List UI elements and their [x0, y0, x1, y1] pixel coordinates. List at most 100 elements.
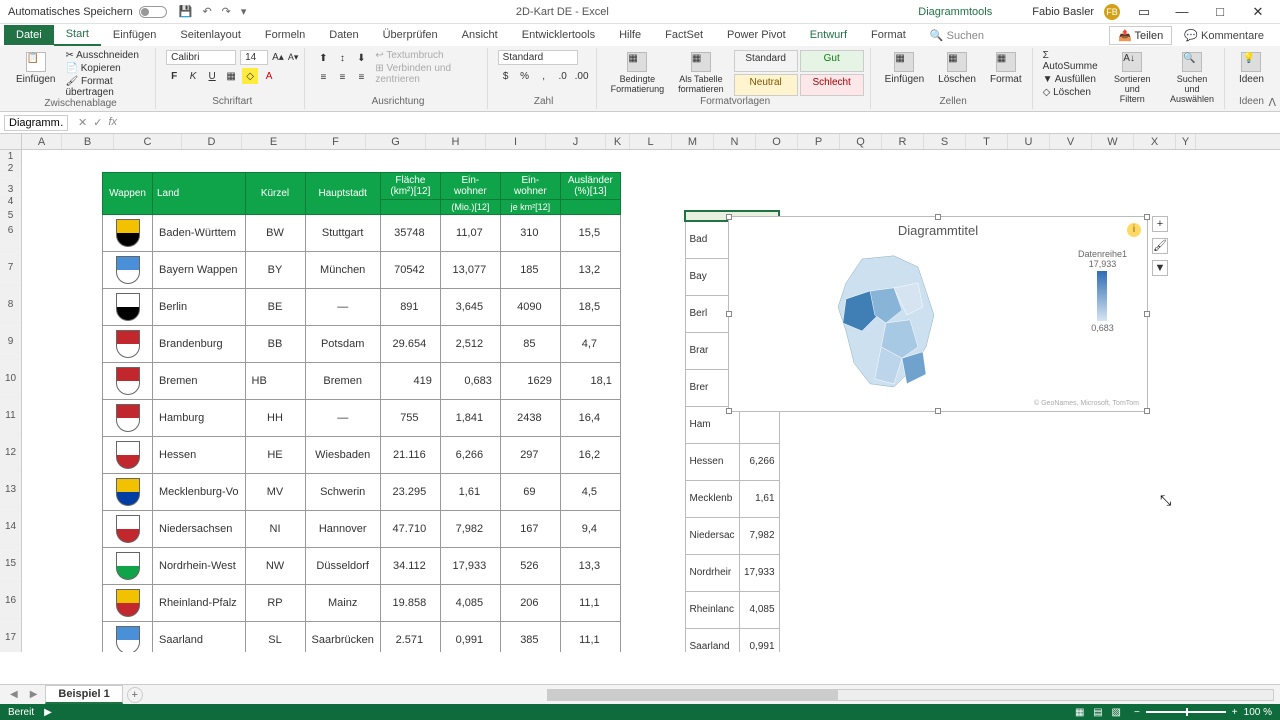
- add-sheet-button[interactable]: +: [127, 687, 143, 703]
- tab-einfugen[interactable]: Einfügen: [101, 25, 168, 45]
- cell-dichte[interactable]: 2438: [500, 400, 560, 437]
- cell-dichte[interactable]: 385: [500, 622, 560, 653]
- cell-hauptstadt[interactable]: Wiesbaden: [305, 437, 380, 474]
- tab-seitenlayout[interactable]: Seitenlayout: [168, 25, 253, 45]
- cell-flache[interactable]: 29.654: [380, 326, 440, 363]
- cell-auslander[interactable]: 16,4: [560, 400, 620, 437]
- col-header[interactable]: K: [606, 134, 630, 149]
- wrap-text-button[interactable]: ↩ Textumbruch: [375, 50, 480, 61]
- cell-auslander[interactable]: 4,5: [560, 474, 620, 511]
- chart-info-icon[interactable]: i: [1127, 223, 1141, 237]
- font-name-select[interactable]: Calibri: [166, 50, 236, 65]
- cell-dichte[interactable]: 526: [500, 548, 560, 585]
- minimize-button[interactable]: —: [1168, 4, 1196, 19]
- cell-wappen[interactable]: [103, 548, 153, 585]
- cell-wappen[interactable]: [103, 474, 153, 511]
- cell-auslander[interactable]: 11,1: [560, 585, 620, 622]
- format-cells-button[interactable]: ▦Format: [986, 50, 1026, 96]
- col-header[interactable]: Y: [1176, 134, 1196, 149]
- cell-hauptstadt[interactable]: —: [305, 400, 380, 437]
- col-header[interactable]: F: [306, 134, 366, 149]
- cell-hauptstadt[interactable]: —: [305, 289, 380, 326]
- cell-land[interactable]: Rheinland-Pfalz: [153, 585, 246, 622]
- page-layout-view-icon[interactable]: ▤: [1093, 707, 1102, 718]
- cell-hauptstadt[interactable]: Saarbrücken: [305, 622, 380, 653]
- border-button[interactable]: ▦: [223, 68, 239, 84]
- style-schlecht[interactable]: Schlecht: [800, 74, 864, 96]
- cell-wappen[interactable]: [103, 363, 153, 400]
- cell-auslander[interactable]: 4,7: [560, 326, 620, 363]
- resize-handle[interactable]: [726, 214, 732, 220]
- tab-powerpivot[interactable]: Power Pivot: [715, 25, 798, 45]
- side-cell-land[interactable]: Mecklenb: [685, 480, 739, 517]
- side-cell-value[interactable]: 7,982: [739, 517, 779, 554]
- find-select-button[interactable]: 🔍Suchen und Auswählen: [1166, 50, 1218, 107]
- comments-button[interactable]: 💬 Kommentare: [1172, 25, 1276, 46]
- close-button[interactable]: ✕: [1244, 4, 1272, 20]
- fx-icon[interactable]: fx: [108, 116, 117, 129]
- select-all-corner[interactable]: [0, 134, 22, 149]
- zoom-out-button[interactable]: −: [1134, 707, 1140, 718]
- cell-auslander[interactable]: 18,1: [560, 363, 620, 400]
- align-middle-icon[interactable]: ↕: [334, 50, 350, 66]
- tab-factset[interactable]: FactSet: [653, 25, 715, 45]
- col-header[interactable]: V: [1050, 134, 1092, 149]
- side-cell-land[interactable]: Saarland: [685, 628, 739, 652]
- cell-flache[interactable]: 35748: [380, 215, 440, 252]
- side-cell-land[interactable]: Nordrheir: [685, 554, 739, 591]
- cell-hauptstadt[interactable]: Bremen: [305, 363, 380, 400]
- cell-einwohner[interactable]: 0,991: [440, 622, 500, 653]
- cell-auslander[interactable]: 18,5: [560, 289, 620, 326]
- resize-handle[interactable]: [935, 408, 941, 414]
- chart-styles-button[interactable]: 🖌: [1152, 238, 1168, 254]
- row-header[interactable]: 7: [0, 249, 21, 286]
- format-as-table-button[interactable]: ▦Als Tabelle formatieren: [674, 50, 728, 96]
- cell-kurzel[interactable]: HB: [245, 363, 305, 400]
- cell-flache[interactable]: 70542: [380, 252, 440, 289]
- col-header[interactable]: L: [630, 134, 672, 149]
- cell-einwohner[interactable]: 17,933: [440, 548, 500, 585]
- cell-flache[interactable]: 23.295: [380, 474, 440, 511]
- col-header[interactable]: R: [882, 134, 924, 149]
- row-header[interactable]: 10: [0, 360, 21, 397]
- cell-auslander[interactable]: 16,2: [560, 437, 620, 474]
- cell-einwohner[interactable]: 0,683: [440, 363, 500, 400]
- zoom-in-button[interactable]: +: [1232, 707, 1238, 718]
- tab-suchen[interactable]: 🔍 Suchen: [918, 25, 996, 46]
- cell-kurzel[interactable]: SL: [245, 622, 305, 653]
- comma-icon[interactable]: ,: [536, 68, 552, 84]
- cell-land[interactable]: Nordrhein-West: [153, 548, 246, 585]
- cell-flache[interactable]: 34.112: [380, 548, 440, 585]
- side-cell-value[interactable]: 0,991: [739, 628, 779, 652]
- tab-entwurf[interactable]: Entwurf: [798, 25, 859, 45]
- tab-uberprufen[interactable]: Überprüfen: [371, 25, 450, 45]
- normal-view-icon[interactable]: ▦: [1075, 707, 1084, 718]
- tab-file[interactable]: Datei: [4, 25, 54, 45]
- cell-flache[interactable]: 2.571: [380, 622, 440, 653]
- align-top-icon[interactable]: ⬆: [315, 50, 331, 66]
- tab-daten[interactable]: Daten: [317, 25, 370, 45]
- col-header[interactable]: A: [22, 134, 62, 149]
- cell-dichte[interactable]: 1629: [500, 363, 560, 400]
- percent-icon[interactable]: %: [517, 68, 533, 84]
- side-cell-land[interactable]: Rheinlanc: [685, 591, 739, 628]
- cell-land[interactable]: Mecklenburg-Vo: [153, 474, 246, 511]
- sort-filter-button[interactable]: A↓Sortieren und Filtern: [1105, 50, 1160, 107]
- toggle-icon[interactable]: [139, 6, 167, 18]
- cell-kurzel[interactable]: NI: [245, 511, 305, 548]
- align-center-icon[interactable]: ≡: [334, 69, 350, 85]
- cell-wappen[interactable]: [103, 289, 153, 326]
- col-header[interactable]: U: [1008, 134, 1050, 149]
- autosum-button[interactable]: Σ AutoSumme: [1043, 50, 1099, 72]
- cell-dichte[interactable]: 310: [500, 215, 560, 252]
- row-header[interactable]: 9: [0, 323, 21, 360]
- cell-land[interactable]: Berlin: [153, 289, 246, 326]
- tab-entwicklertools[interactable]: Entwicklertools: [510, 25, 607, 45]
- format-painter-button[interactable]: 🖌 Format übertragen: [65, 76, 149, 98]
- cell-auslander[interactable]: 11,1: [560, 622, 620, 653]
- cell-kurzel[interactable]: RP: [245, 585, 305, 622]
- cell-dichte[interactable]: 69: [500, 474, 560, 511]
- cell-hauptstadt[interactable]: Hannover: [305, 511, 380, 548]
- row-header[interactable]: 15: [0, 545, 21, 582]
- cell-einwohner[interactable]: 1,61: [440, 474, 500, 511]
